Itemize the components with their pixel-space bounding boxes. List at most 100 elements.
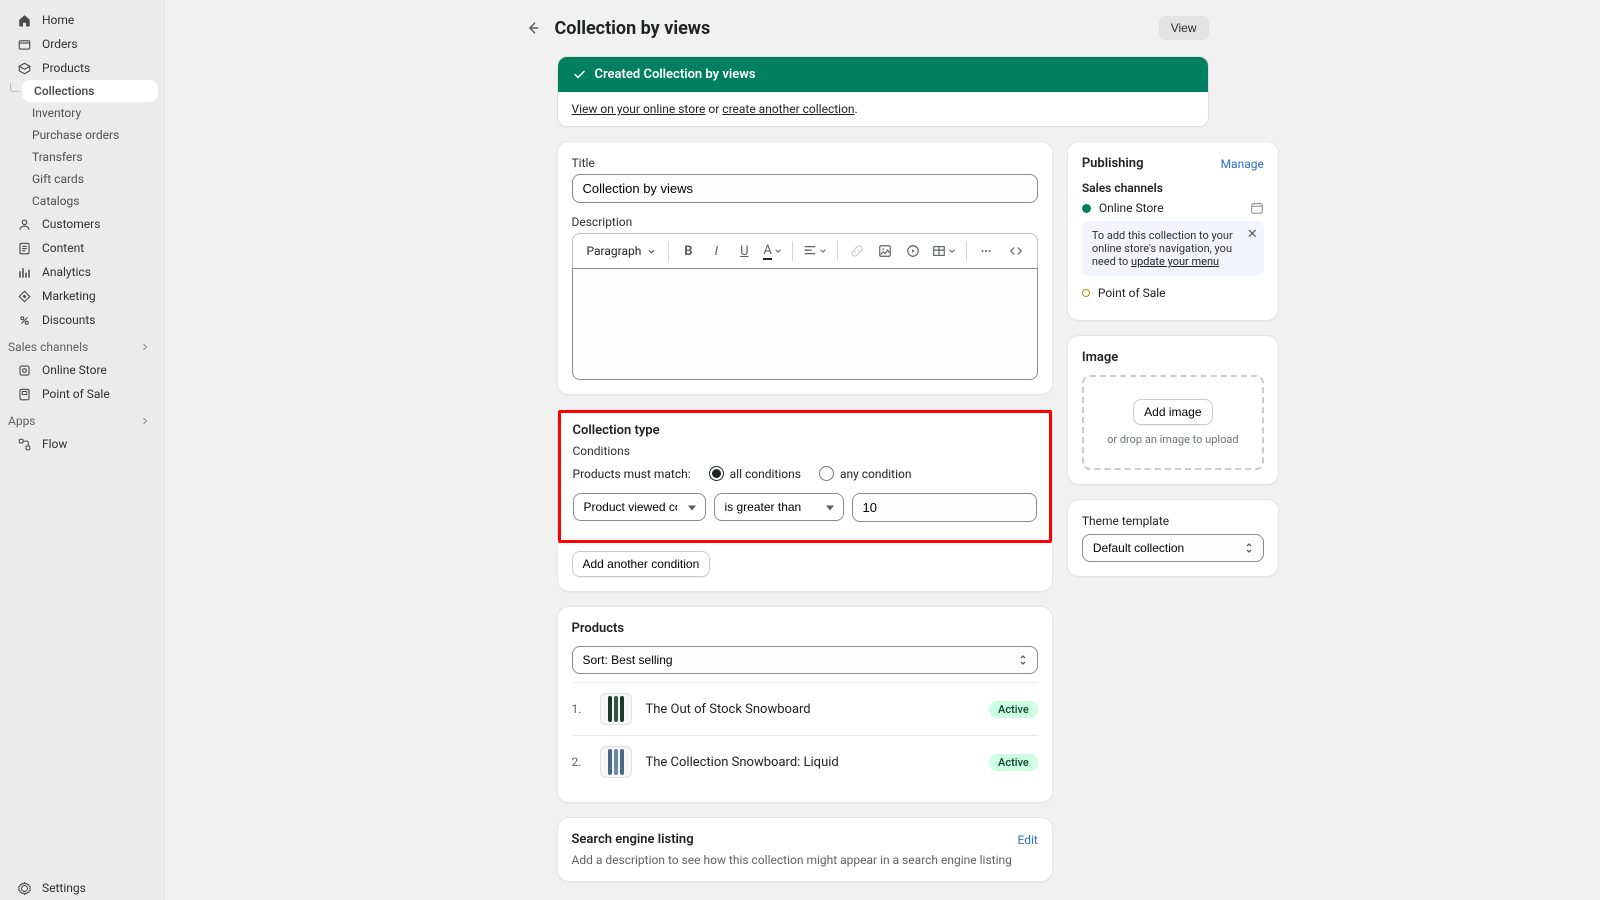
nav-orders[interactable]: Orders xyxy=(0,32,164,56)
manage-link[interactable]: Manage xyxy=(1221,157,1264,171)
title-card: Title Description Paragraph B I U xyxy=(557,141,1053,395)
products-heading: Products xyxy=(572,621,1038,636)
nav-marketing[interactable]: Marketing xyxy=(0,284,164,308)
settings-label: Settings xyxy=(42,881,86,895)
code-button[interactable] xyxy=(1003,238,1029,264)
chevron-right-icon xyxy=(138,340,152,354)
nav-section-apps[interactable]: Apps xyxy=(0,406,164,432)
add-condition-button[interactable]: Add another condition xyxy=(572,551,711,577)
description-editor[interactable] xyxy=(572,268,1038,380)
link-button[interactable] xyxy=(844,238,870,264)
seo-card: Search engine listing Edit Add a descrip… xyxy=(557,817,1053,882)
drop-hint: or drop an image to upload xyxy=(1092,433,1254,446)
text-color-button[interactable]: A xyxy=(759,238,785,264)
nav-discounts[interactable]: Discounts xyxy=(0,308,164,332)
sidebar: HomeOrdersProductsCollectionsInventoryPu… xyxy=(0,0,165,900)
collection-type-card: Collection type Conditions Products must… xyxy=(557,409,1053,592)
nav-settings[interactable]: Settings xyxy=(0,876,164,900)
update-menu-link[interactable]: update your menu xyxy=(1131,255,1219,268)
add-image-button[interactable]: Add image xyxy=(1133,399,1212,425)
underline-button[interactable]: U xyxy=(731,238,757,264)
nav-content[interactable]: Content xyxy=(0,236,164,260)
align-button[interactable] xyxy=(799,238,831,264)
image-button[interactable] xyxy=(872,238,898,264)
product-thumbnail xyxy=(600,746,632,778)
nav-sub-catalogs[interactable]: Catalogs xyxy=(0,190,164,212)
seo-description: Add a description to see how this collec… xyxy=(572,853,1038,867)
nav-app-flow[interactable]: Flow xyxy=(0,432,164,456)
apps-header: Apps xyxy=(8,414,36,428)
more-button[interactable] xyxy=(973,238,999,264)
nav-channel-online-store[interactable]: Online Store xyxy=(0,358,164,382)
bold-button[interactable]: B xyxy=(675,238,701,264)
product-index: 1. xyxy=(572,702,586,716)
italic-button[interactable]: I xyxy=(703,238,729,264)
view-button[interactable]: View xyxy=(1159,16,1209,40)
publishing-heading: Publishing xyxy=(1082,156,1144,171)
success-banner: Created Collection by views View on your… xyxy=(557,56,1209,127)
banner-header: Created Collection by views xyxy=(558,57,1208,92)
analytics-icon xyxy=(16,264,32,280)
radio-any[interactable]: any condition xyxy=(819,466,912,481)
close-tip-button[interactable]: ✕ xyxy=(1247,227,1258,242)
condition-operator-select[interactable]: is greater than xyxy=(714,493,844,521)
banner-title: Created Collection by views xyxy=(595,67,756,82)
table-icon xyxy=(932,244,946,258)
flow-icon xyxy=(16,436,32,452)
dots-icon xyxy=(979,244,993,258)
nav-sub-purchase-orders[interactable]: Purchase orders xyxy=(0,124,164,146)
page-title: Collection by views xyxy=(555,18,711,39)
nav-section-channels[interactable]: Sales channels xyxy=(0,332,164,358)
check-icon xyxy=(572,67,587,82)
nav-sub-transfers[interactable]: Transfers xyxy=(0,146,164,168)
nav-channel-point-of-sale[interactable]: Point of Sale xyxy=(0,382,164,406)
code-icon xyxy=(1009,244,1023,258)
radio-all[interactable]: all conditions xyxy=(709,466,801,481)
chevron-down-icon xyxy=(774,247,782,255)
nav-home[interactable]: Home xyxy=(0,8,164,32)
product-index: 2. xyxy=(572,755,586,769)
marketing-icon xyxy=(16,288,32,304)
calendar-icon[interactable] xyxy=(1250,201,1264,215)
image-dropzone[interactable]: Add image or drop an image to upload xyxy=(1082,375,1264,470)
rte-toolbar: Paragraph B I U A xyxy=(572,233,1038,268)
customers-icon xyxy=(16,216,32,232)
discounts-icon xyxy=(16,312,32,328)
product-row[interactable]: 1.The Out of Stock SnowboardActive xyxy=(572,682,1038,735)
theme-select[interactable]: Default collection xyxy=(1082,534,1264,562)
match-label: Products must match: xyxy=(573,467,691,481)
store-icon xyxy=(16,362,32,378)
nav-analytics[interactable]: Analytics xyxy=(0,260,164,284)
condition-field-select[interactable]: Product viewed counter xyxy=(573,493,706,521)
product-row[interactable]: 2.The Collection Snowboard: LiquidActive xyxy=(572,735,1038,788)
publishing-card: Publishing Manage Sales channels Online … xyxy=(1067,141,1279,321)
orders-icon xyxy=(16,36,32,52)
seo-edit-link[interactable]: Edit xyxy=(1018,833,1038,847)
channel-online-store: Online Store xyxy=(1082,201,1264,215)
chevron-right-icon xyxy=(138,414,152,428)
title-input[interactable] xyxy=(572,174,1038,203)
description-label: Description xyxy=(572,215,1038,229)
view-store-link[interactable]: View on your online store xyxy=(572,102,706,116)
title-label: Title xyxy=(572,156,1038,170)
arrow-left-icon xyxy=(525,20,541,36)
products-card: Products Sort: Best selling 1.The Out of… xyxy=(557,606,1053,803)
table-button[interactable] xyxy=(928,238,960,264)
navigation-tip: ✕ To add this collection to your online … xyxy=(1082,221,1264,276)
condition-value-input[interactable] xyxy=(852,493,1037,522)
image-heading: Image xyxy=(1082,350,1264,365)
theme-card: Theme template Default collection xyxy=(1067,499,1279,577)
sort-select[interactable]: Sort: Best selling xyxy=(572,646,1038,674)
paragraph-select[interactable]: Paragraph xyxy=(581,241,663,261)
image-icon xyxy=(878,244,892,258)
create-collection-link[interactable]: create another collection xyxy=(722,102,854,116)
nav-products[interactable]: Products xyxy=(0,56,164,80)
video-button[interactable] xyxy=(900,238,926,264)
back-button[interactable] xyxy=(519,14,547,42)
nav-sub-gift-cards[interactable]: Gift cards xyxy=(0,168,164,190)
align-icon xyxy=(803,244,817,258)
theme-label: Theme template xyxy=(1082,514,1264,528)
nav-customers[interactable]: Customers xyxy=(0,212,164,236)
nav-sub-inventory[interactable]: Inventory xyxy=(0,102,164,124)
nav-sub-collections[interactable]: Collections xyxy=(22,80,158,102)
